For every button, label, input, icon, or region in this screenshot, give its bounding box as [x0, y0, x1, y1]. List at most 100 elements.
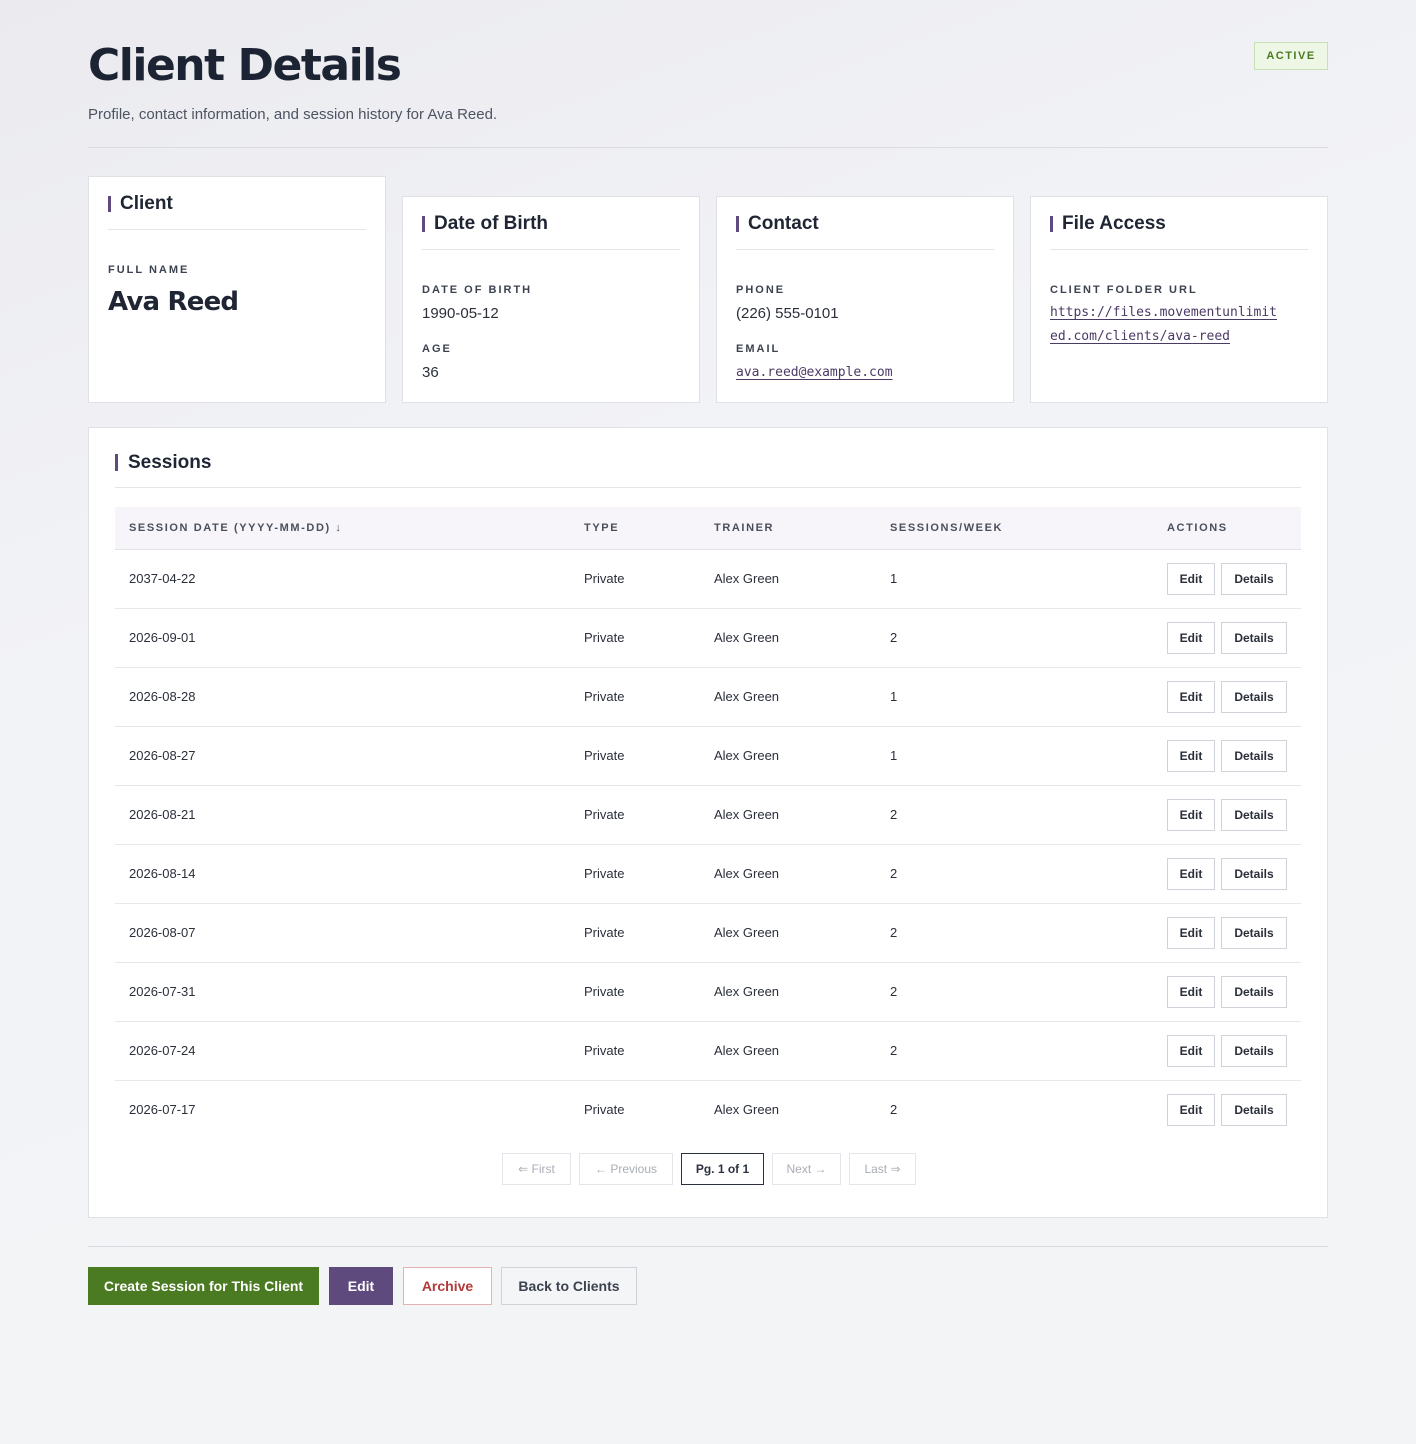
table-row: 2026-08-14 Private Alex Green 2 Edit Details — [115, 845, 1301, 904]
session-type-cell: Private — [584, 1043, 625, 1058]
sessions-per-week-cell: 1 — [890, 748, 898, 763]
dob-card-title: Date of Birth — [422, 214, 680, 250]
pagination-previous[interactable]: ← Previous — [579, 1153, 673, 1185]
page-subtitle: Profile, contact information, and sessio… — [88, 106, 498, 123]
sessions-per-week-cell: 2 — [890, 866, 898, 881]
table-row: 2026-08-28 Private Alex Green 1 Edit Details — [115, 668, 1301, 727]
row-edit-button[interactable]: Edit — [1167, 976, 1215, 1008]
col-sessions-week: SESSIONS/WEEK — [890, 522, 1004, 534]
table-row: 2026-08-27 Private Alex Green 1 Edit Details — [115, 727, 1301, 786]
row-edit-button[interactable]: Edit — [1167, 681, 1215, 713]
row-edit-button[interactable]: Edit — [1167, 799, 1215, 831]
sessions-per-week-cell: 1 — [890, 689, 898, 704]
dob-value: 1990-05-12 — [422, 305, 499, 322]
table-header: SESSION DATE (YYYY-MM-DD) ↓ TYPE TRAINER… — [115, 507, 1301, 550]
pagination-first[interactable]: ⇐ First — [502, 1153, 571, 1185]
row-details-button[interactable]: Details — [1221, 858, 1287, 890]
session-trainer-cell: Alex Green — [714, 1043, 780, 1058]
pagination-next[interactable]: Next → — [772, 1153, 841, 1185]
sessions-per-week-cell: 2 — [890, 1102, 898, 1117]
session-type-cell: Private — [584, 689, 625, 704]
row-edit-button[interactable]: Edit — [1167, 917, 1215, 949]
row-details-button[interactable]: Details — [1221, 1035, 1287, 1067]
col-type: TYPE — [584, 522, 620, 534]
col-trainer: TRAINER — [714, 522, 775, 534]
sessions-per-week-cell: 2 — [890, 984, 898, 999]
edit-client-button[interactable]: Edit — [329, 1267, 393, 1305]
row-details-button[interactable]: Details — [1221, 799, 1287, 831]
row-edit-button[interactable]: Edit — [1167, 1094, 1215, 1126]
session-trainer-cell: Alex Green — [714, 984, 780, 999]
session-type-cell: Private — [584, 571, 625, 586]
session-type-cell: Private — [584, 925, 625, 940]
col-actions: ACTIONS — [1167, 522, 1228, 534]
row-edit-button[interactable]: Edit — [1167, 858, 1215, 890]
page-header: Client Details Profile, contact informat… — [88, 0, 1328, 148]
sessions-per-week-cell: 2 — [890, 1043, 898, 1058]
row-details-button[interactable]: Details — [1221, 563, 1287, 595]
row-details-button[interactable]: Details — [1221, 681, 1287, 713]
session-type-cell: Private — [584, 630, 625, 645]
sessions-card: Sessions SESSION DATE (YYYY-MM-DD) ↓ TYP… — [88, 427, 1328, 1218]
table-row: 2026-07-17 Private Alex Green 2 Edit Details — [115, 1081, 1301, 1140]
age-value: 36 — [422, 364, 439, 381]
archive-button[interactable]: Archive — [403, 1267, 492, 1305]
session-date-cell: 2026-08-14 — [129, 866, 196, 881]
session-trainer-cell: Alex Green — [714, 571, 780, 586]
create-session-button[interactable]: Create Session for This Client — [88, 1267, 319, 1305]
table-row: 2026-08-07 Private Alex Green 2 Edit Details — [115, 904, 1301, 963]
session-trainer-cell: Alex Green — [714, 630, 780, 645]
pagination-last[interactable]: Last ⇒ — [849, 1153, 916, 1185]
sessions-per-week-cell: 2 — [890, 630, 898, 645]
session-date-cell: 2026-09-01 — [129, 630, 196, 645]
pagination: ⇐ First ← Previous Pg. 1 of 1 Next → Las… — [89, 1153, 1329, 1185]
row-details-button[interactable]: Details — [1221, 622, 1287, 654]
sessions-title: Sessions — [115, 453, 1301, 488]
session-type-cell: Private — [584, 807, 625, 822]
session-date-cell: 2026-07-31 — [129, 984, 196, 999]
col-session-date[interactable]: SESSION DATE (YYYY-MM-DD) ↓ — [129, 522, 343, 534]
row-edit-button[interactable]: Edit — [1167, 1035, 1215, 1067]
sessions-table: SESSION DATE (YYYY-MM-DD) ↓ TYPE TRAINER… — [115, 507, 1301, 1140]
age-label: AGE — [422, 343, 452, 355]
session-date-cell: 2026-08-07 — [129, 925, 196, 940]
session-date-cell: 2026-07-17 — [129, 1102, 196, 1117]
footer-divider — [88, 1246, 1328, 1247]
phone-value: (226) 555-0101 — [736, 305, 839, 322]
dob-label: DATE OF BIRTH — [422, 284, 533, 296]
table-row: 2026-07-24 Private Alex Green 2 Edit Details — [115, 1022, 1301, 1081]
table-body: 2037-04-22 Private Alex Green 1 Edit Details 2… — [115, 550, 1301, 1140]
table-row: 2037-04-22 Private Alex Green 1 Edit Details — [115, 550, 1301, 609]
session-type-cell: Private — [584, 1102, 625, 1117]
row-edit-button[interactable]: Edit — [1167, 622, 1215, 654]
session-trainer-cell: Alex Green — [714, 807, 780, 822]
session-trainer-cell: Alex Green — [714, 925, 780, 940]
client-card-title: Client — [108, 194, 366, 230]
row-details-button[interactable]: Details — [1221, 740, 1287, 772]
file-access-card: File Access CLIENT FOLDER URL https://fi… — [1030, 196, 1328, 403]
row-edit-button[interactable]: Edit — [1167, 563, 1215, 595]
back-to-clients-button[interactable]: Back to Clients — [501, 1267, 637, 1305]
session-date-cell: 2026-07-24 — [129, 1043, 196, 1058]
session-type-cell: Private — [584, 748, 625, 763]
row-details-button[interactable]: Details — [1221, 1094, 1287, 1126]
email-label: EMAIL — [736, 343, 781, 355]
session-trainer-cell: Alex Green — [714, 748, 780, 763]
table-row: 2026-09-01 Private Alex Green 2 Edit Details — [115, 609, 1301, 668]
session-type-cell: Private — [584, 984, 625, 999]
session-date-cell: 2026-08-28 — [129, 689, 196, 704]
folder-url-line-1: https://files.movementunlimit — [1050, 305, 1277, 320]
page-title: Client Details — [88, 40, 402, 91]
email-link[interactable]: ava.reed@example.com — [736, 361, 893, 385]
row-details-button[interactable]: Details — [1221, 917, 1287, 949]
row-details-button[interactable]: Details — [1221, 976, 1287, 1008]
sessions-per-week-cell: 2 — [890, 807, 898, 822]
row-edit-button[interactable]: Edit — [1167, 740, 1215, 772]
folder-url-label: CLIENT FOLDER URL — [1050, 284, 1198, 296]
folder-url-line-2: ed.com/clients/ava-reed — [1050, 329, 1231, 344]
folder-url-link[interactable]: https://files.movementunlimit ed.com/cli… — [1050, 301, 1277, 349]
full-name-label: FULL NAME — [108, 264, 190, 276]
session-trainer-cell: Alex Green — [714, 1102, 780, 1117]
client-card: Client FULL NAME Ava Reed — [88, 176, 386, 403]
contact-card-title: Contact — [736, 214, 994, 250]
